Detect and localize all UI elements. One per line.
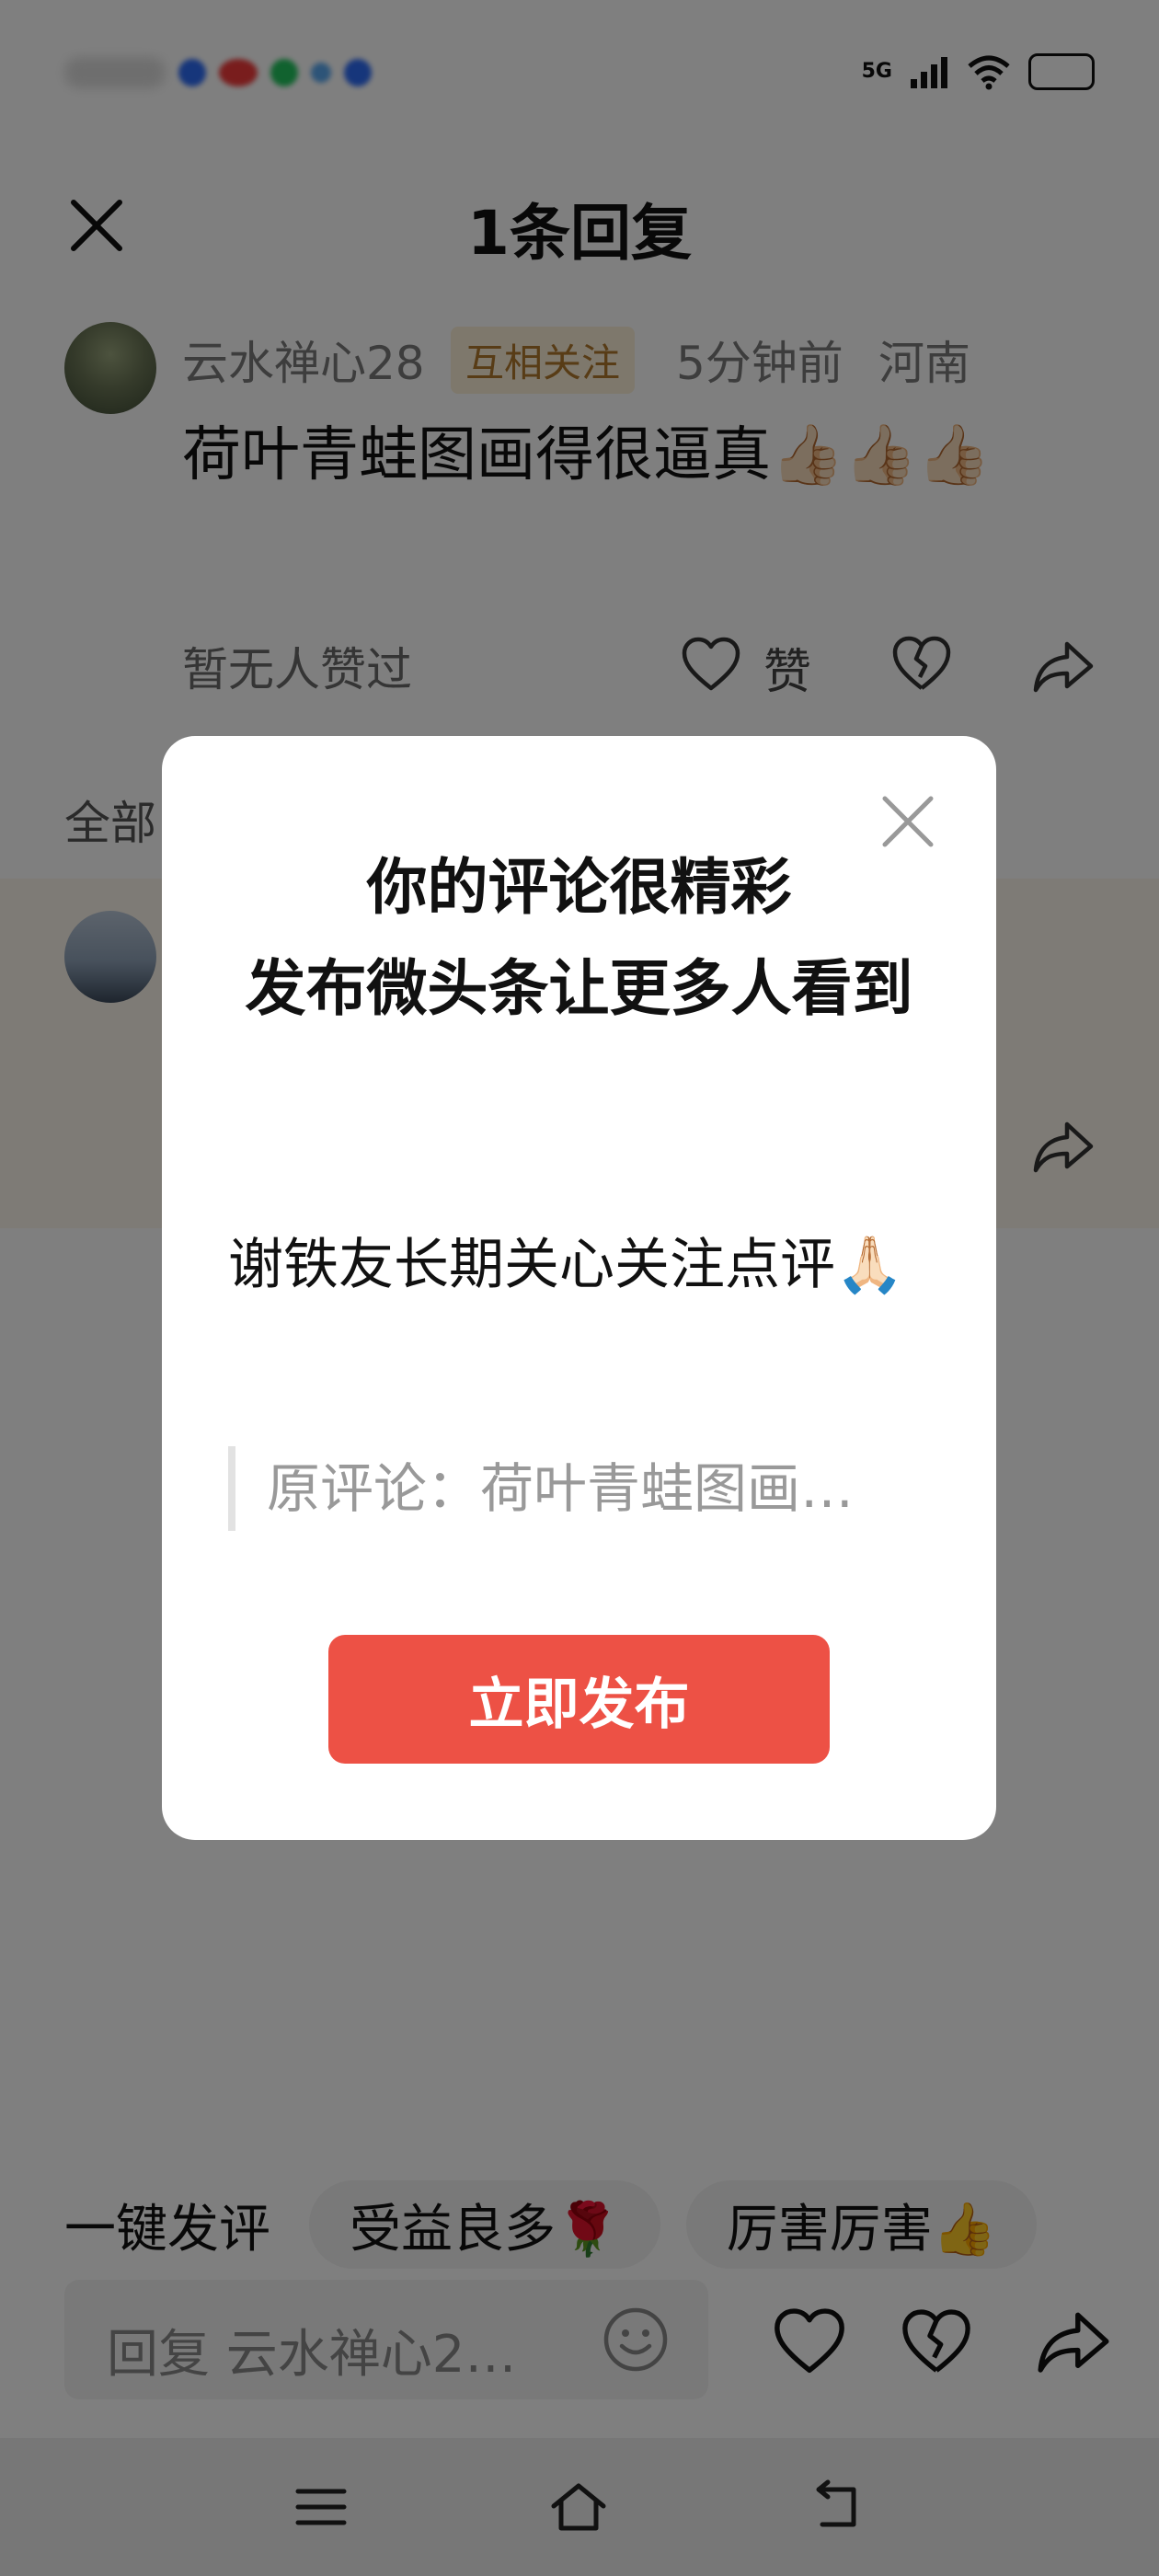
- dialog-title: 你的评论很精彩 发布微头条让更多人看到: [217, 837, 941, 1040]
- publish-button[interactable]: 立即发布: [328, 1635, 830, 1764]
- dialog-comment-text: 谢铁友长期关心关注点评🙏🏻: [228, 1233, 904, 1297]
- original-comment-quote: 原评论：荷叶青蛙图画…: [228, 1446, 927, 1531]
- dialog-title-line: 你的评论很精彩: [366, 852, 792, 923]
- dialog-title-line: 发布微头条让更多人看到: [245, 953, 913, 1024]
- publish-dialog: 你的评论很精彩 发布微头条让更多人看到 谢铁友长期关心关注点评🙏🏻 原评论：荷叶…: [162, 736, 996, 1840]
